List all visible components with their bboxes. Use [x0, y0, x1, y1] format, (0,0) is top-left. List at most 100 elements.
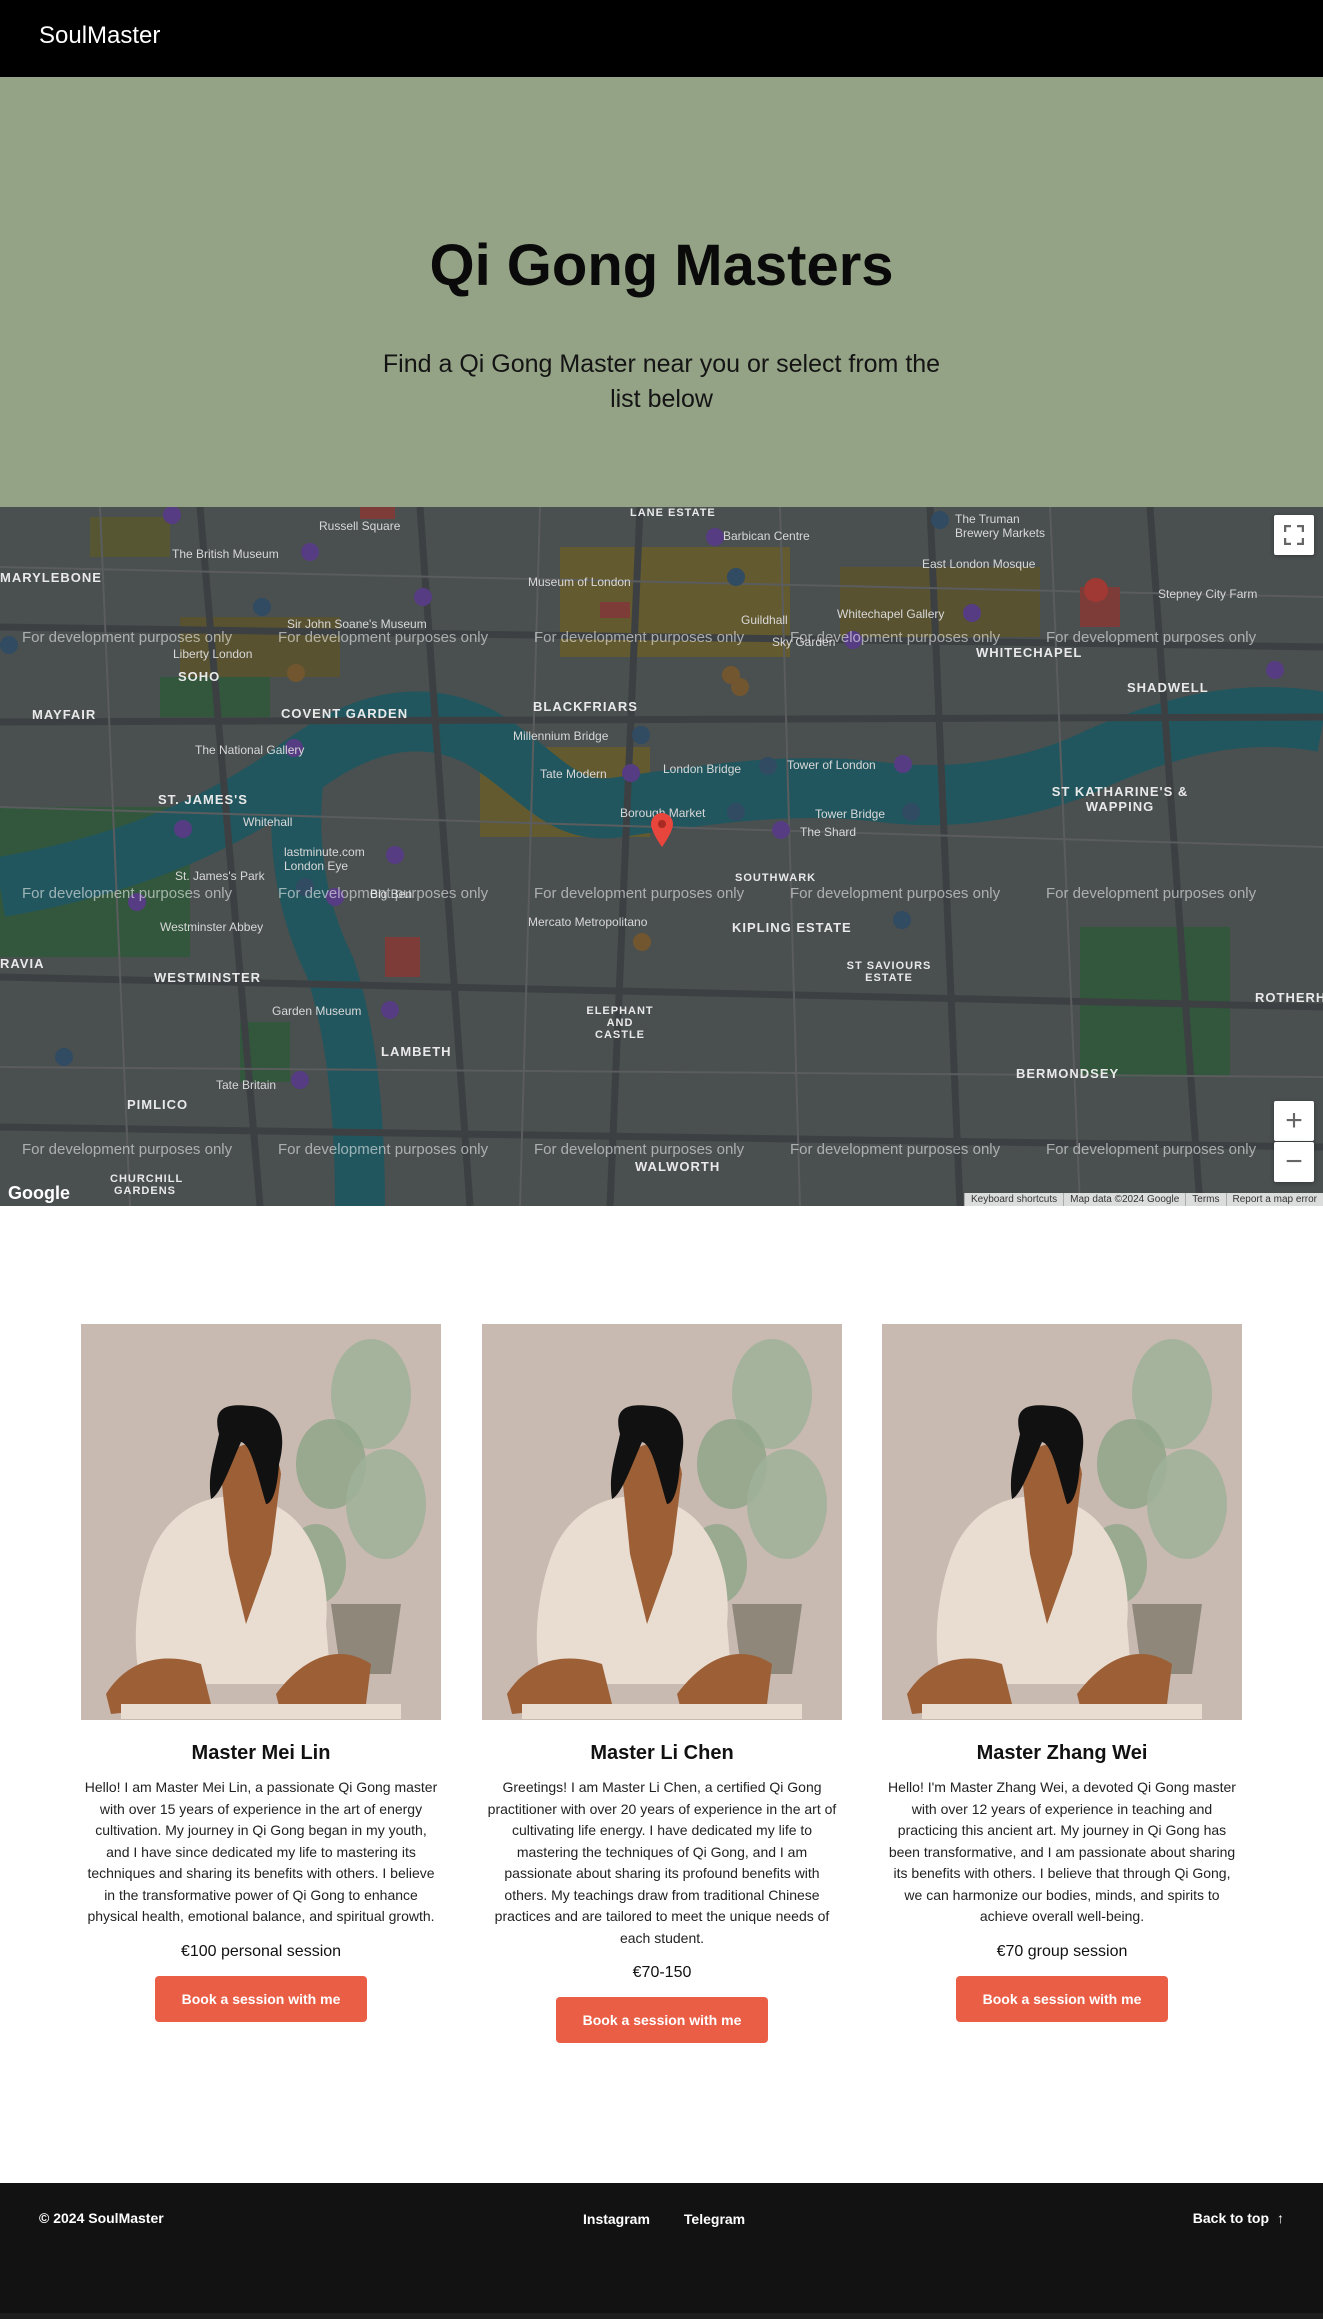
- location-pin-icon[interactable]: [651, 813, 673, 847]
- master-card: Master Mei Lin Hello! I am Master Mei Li…: [81, 1324, 441, 2022]
- map-poi-label: Tower Bridge: [815, 807, 886, 821]
- map-watermark: For development purposes only: [278, 629, 489, 646]
- map-watermark: For development purposes only: [1046, 885, 1257, 902]
- keyboard-shortcuts-link[interactable]: Keyboard shortcuts: [963, 1193, 1063, 1206]
- zoom-out-button[interactable]: −: [1274, 1142, 1314, 1182]
- book-session-button[interactable]: Book a session with me: [155, 1975, 367, 2022]
- map-area-label: ST SAVIOURS ESTATE: [846, 960, 932, 984]
- back-to-top-label: Back to top: [1192, 2210, 1269, 2226]
- map-poi-label: Stepney City Farm: [1158, 587, 1258, 601]
- map-area-label: LANE ESTATE: [630, 507, 716, 519]
- master-price: €100 personal session: [180, 1942, 342, 1960]
- back-to-top-link[interactable]: Back to top ↑: [1193, 2210, 1284, 2226]
- map-poi-label: Garden Museum: [272, 1004, 362, 1018]
- map-area-label: LAMBETH: [381, 1044, 452, 1059]
- map-area-label: RAVIA: [0, 956, 45, 971]
- instagram-link[interactable]: Instagram: [583, 2211, 650, 2227]
- fullscreen-icon: [1284, 525, 1304, 545]
- map-poi-label: Mercato Metropolitano: [528, 915, 648, 929]
- telegram-link[interactable]: Telegram: [684, 2211, 745, 2227]
- map-area-label: CHURCHILL GARDENS: [110, 1173, 184, 1197]
- map-watermark: For development purposes only: [534, 1141, 745, 1158]
- map-watermark: For development purposes only: [22, 629, 233, 646]
- map-poi-label: The National Gallery: [195, 743, 305, 757]
- map-watermark: For development purposes only: [1046, 629, 1257, 646]
- map-area-label: KIPLING ESTATE: [732, 920, 852, 935]
- map-area-label: ST. JAMES'S: [158, 792, 248, 807]
- map-area-label: WHITECHAPEL: [976, 645, 1083, 660]
- map-poi-label: Whitechapel Gallery: [837, 607, 945, 621]
- master-price: €70 group session: [996, 1942, 1128, 1960]
- copyright-text: © 2024 SoulMaster: [39, 2210, 164, 2226]
- map-area-label: WESTMINSTER: [154, 970, 262, 985]
- map-area-label: BERMONDSEY: [1016, 1066, 1120, 1081]
- map-area-label: SOUTHWARK: [735, 872, 817, 884]
- map-poi-label: Tate Britain: [216, 1078, 277, 1092]
- master-card: Master Zhang Wei Hello! I'm Master Zhang…: [882, 1324, 1242, 2022]
- master-card: Master Li Chen Greetings! I am Master Li…: [482, 1324, 842, 2043]
- master-portrait: [81, 1324, 441, 1720]
- google-logo[interactable]: Google: [8, 1183, 70, 1204]
- map-poi-label: lastminute.com London Eye: [284, 845, 365, 873]
- master-price: €70-150: [632, 1964, 692, 1981]
- map-area-label: ST KATHARINE'S & WAPPING: [1051, 784, 1189, 814]
- map-poi-label: Museum of London: [528, 575, 631, 589]
- map-area-label: BLACKFRIARS: [533, 699, 638, 714]
- master-name: Master Mei Lin: [191, 1742, 331, 1764]
- master-portrait: [482, 1324, 842, 1720]
- fullscreen-button[interactable]: [1274, 515, 1314, 555]
- arrow-up-icon: ↑: [1277, 2210, 1284, 2226]
- master-bio: Hello! I am Master Mei Lin, a passionate…: [84, 1779, 438, 1924]
- map-area-label: ROTHERH: [1255, 990, 1323, 1005]
- master-bio: Greetings! I am Master Li Chen, a certif…: [487, 1779, 837, 1946]
- map-watermark: For development purposes only: [790, 1141, 1001, 1158]
- brand-logo[interactable]: SoulMaster: [39, 22, 160, 50]
- map-watermark: For development purposes only: [278, 1141, 489, 1158]
- book-session-button[interactable]: Book a session with me: [956, 1975, 1168, 2022]
- terms-link[interactable]: Terms: [1185, 1193, 1225, 1206]
- map-area-label: SHADWELL: [1127, 680, 1209, 695]
- report-map-error-link[interactable]: Report a map error: [1225, 1193, 1323, 1206]
- hero-section: Qi Gong Masters Find a Qi Gong Master ne…: [0, 77, 1323, 507]
- map-watermark: For development purposes only: [790, 629, 1001, 646]
- book-session-button[interactable]: Book a session with me: [556, 1997, 768, 2043]
- map-poi-label: The British Museum: [172, 547, 279, 561]
- social-links: Instagram Telegram: [583, 2211, 745, 2227]
- map-dim-overlay: [0, 507, 1323, 1206]
- map-widget[interactable]: MARYLEBONE SOHO MAYFAIR COVENT GARDEN BL…: [0, 507, 1323, 1206]
- map-poi-label: Tower of London: [787, 758, 876, 772]
- map-poi-label: The Truman Brewery Markets: [955, 512, 1046, 540]
- page-title: Qi Gong Masters: [429, 233, 894, 298]
- map-area-label: MARYLEBONE: [0, 570, 102, 585]
- master-bio: Hello! I'm Master Zhang Wei, a devoted Q…: [888, 1779, 1236, 1924]
- master-name: Master Zhang Wei: [976, 1742, 1148, 1764]
- map-area-label: SOHO: [178, 669, 221, 684]
- map-data-credit: Map data ©2024 Google: [1063, 1193, 1185, 1206]
- map-watermark: For development purposes only: [534, 629, 745, 646]
- master-portrait: [882, 1324, 1242, 1720]
- portrait-illustration: [482, 1324, 842, 1720]
- map-area-label: ELEPHANT AND CASTLE: [586, 1005, 654, 1041]
- map-poi-label: Millennium Bridge: [513, 729, 609, 743]
- map-watermark: For development purposes only: [790, 885, 1001, 902]
- site-footer: © 2024 SoulMaster Instagram Telegram Bac…: [0, 2183, 1323, 2313]
- map-watermark: For development purposes only: [278, 885, 489, 902]
- map-poi-label: Barbican Centre: [723, 529, 810, 543]
- map-poi-label: London Bridge: [663, 762, 742, 776]
- map-area-label: MAYFAIR: [32, 707, 97, 722]
- map-area-label: COVENT GARDEN: [281, 706, 409, 721]
- zoom-in-button[interactable]: +: [1274, 1101, 1314, 1141]
- map-watermark: For development purposes only: [534, 885, 745, 902]
- map-watermark: For development purposes only: [22, 1141, 233, 1158]
- master-name: Master Li Chen: [590, 1742, 734, 1764]
- portrait-illustration: [81, 1324, 441, 1720]
- map-area-label: WALWORTH: [635, 1159, 721, 1174]
- map-poi-label: East London Mosque: [922, 557, 1036, 571]
- top-navbar: SoulMaster: [0, 0, 1323, 77]
- map-poi-label: Westminster Abbey: [160, 920, 264, 934]
- map-poi-label: St. James's Park: [175, 869, 265, 883]
- map-poi-label: Tate Modern: [540, 767, 607, 781]
- hero-subtitle: Find a Qi Gong Master near you or select…: [382, 350, 941, 413]
- map-watermark: For development purposes only: [22, 885, 233, 902]
- masters-list: Master Mei Lin Hello! I am Master Mei Li…: [81, 1324, 1243, 2043]
